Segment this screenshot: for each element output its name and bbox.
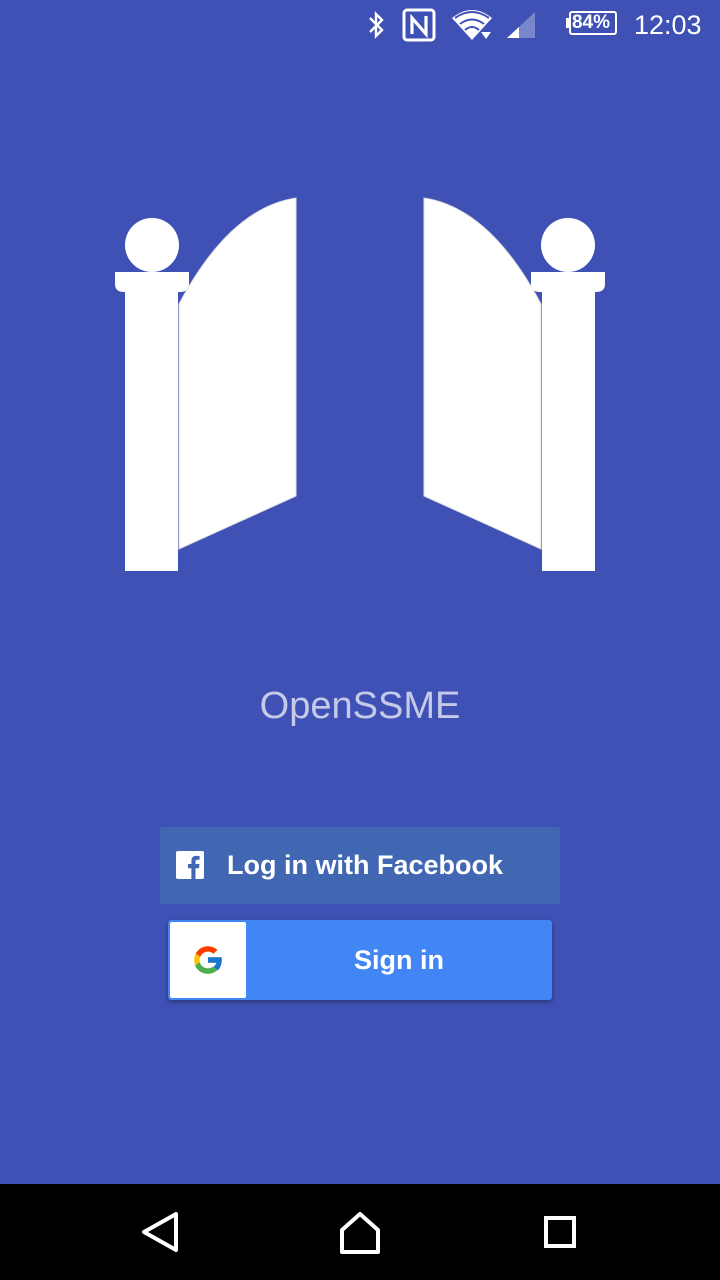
- facebook-login-label: Log in with Facebook: [227, 850, 503, 880]
- navigation-bar: [0, 1184, 720, 1280]
- battery-icon: 84%: [565, 11, 617, 35]
- cell-signal-icon: [507, 12, 535, 38]
- google-sign-in-button[interactable]: Sign in: [168, 920, 552, 1000]
- status-bar: 84% 12:03: [0, 0, 720, 50]
- google-sign-in-label: Sign in: [354, 945, 444, 975]
- bluetooth-icon: [369, 11, 384, 39]
- home-icon[interactable]: [332, 1204, 388, 1260]
- login-screen: 84% 12:03 OpenSSME Log in with Facebook: [0, 0, 720, 1280]
- google-icon: [194, 946, 223, 974]
- wifi-icon: [452, 10, 492, 40]
- facebook-icon: [176, 851, 204, 879]
- facebook-login-button[interactable]: Log in with Facebook: [160, 827, 560, 904]
- status-time: 12:03: [634, 10, 702, 40]
- recents-icon[interactable]: [532, 1204, 588, 1260]
- back-icon[interactable]: [132, 1204, 188, 1260]
- nfc-icon: [402, 8, 436, 42]
- google-icon-container: [170, 922, 246, 998]
- battery-level: 84%: [571, 12, 611, 33]
- app-title: OpenSSME: [259, 685, 461, 727]
- gate-icon: [115, 197, 605, 571]
